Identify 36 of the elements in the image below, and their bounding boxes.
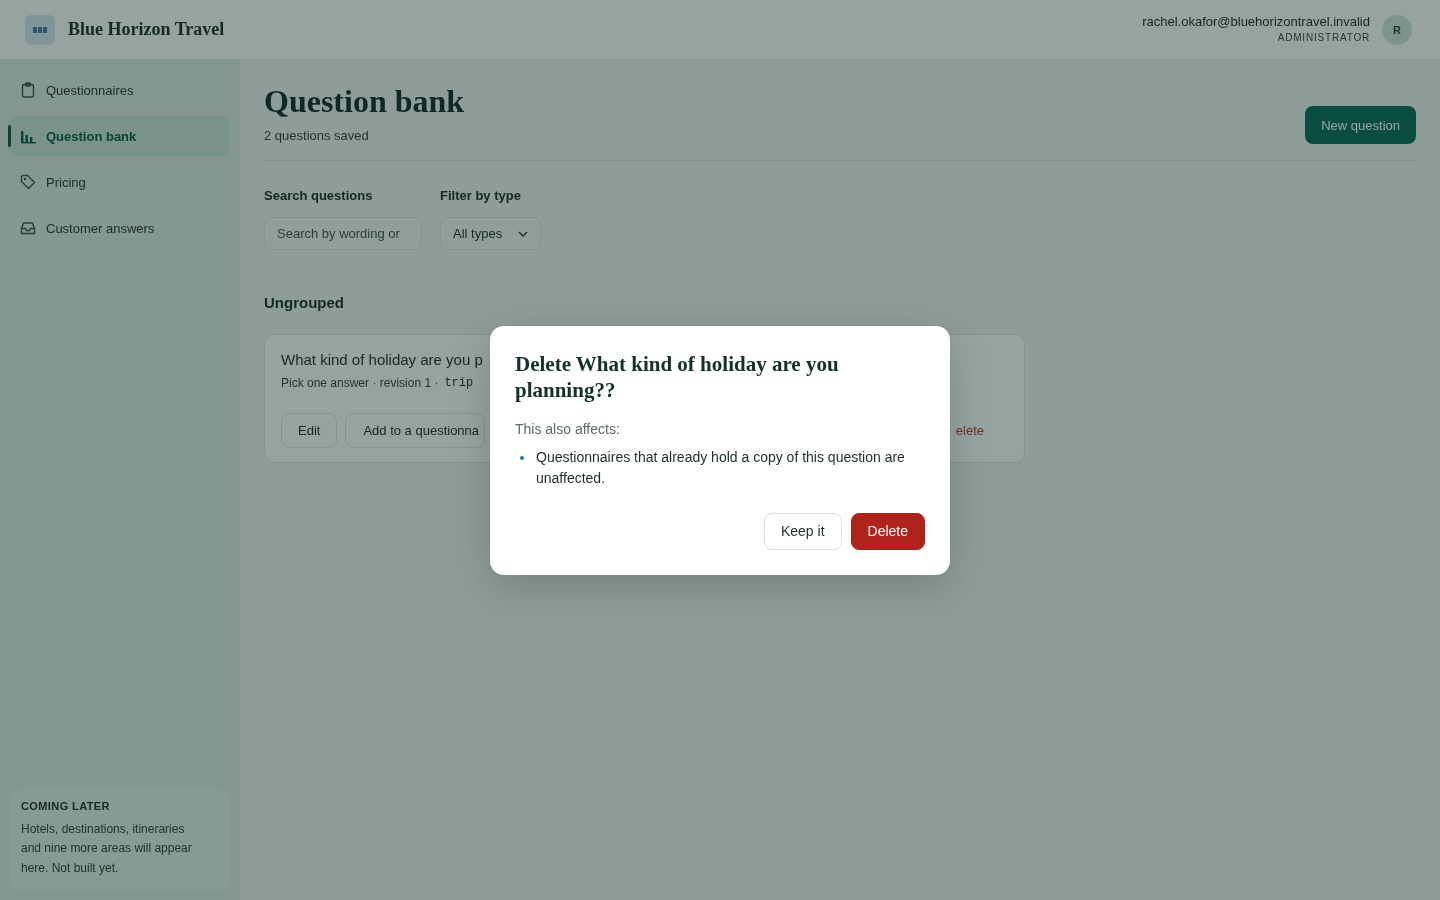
dialog-list-item: Questionnaires that already hold a copy of this question are unaffected. bbox=[536, 447, 906, 488]
field-label: Filter by type bbox=[440, 187, 522, 205]
keep-button[interactable]: Keep it bbox=[763, 512, 842, 550]
nav-item[interactable]: Pricing bbox=[8, 162, 230, 202]
page-subtitle: 2 questions saved bbox=[264, 128, 370, 144]
panel-title: COMING LATER bbox=[21, 799, 111, 812]
bullet-icon bbox=[520, 455, 524, 460]
new-question-button[interactable]: New question bbox=[1305, 106, 1416, 144]
delete-link[interactable]: elete bbox=[955, 423, 984, 438]
card-action-button[interactable]: Add to a questionna bbox=[345, 413, 486, 448]
nav-item[interactable]: Question bank bbox=[8, 116, 230, 156]
search-field[interactable]: Search by wording or bbox=[264, 217, 422, 250]
question-meta: Pick one answer · revision 1 · bbox=[281, 375, 439, 391]
field-label: Search questions bbox=[264, 187, 374, 205]
chevron-down-icon bbox=[518, 230, 528, 237]
group-title: Ungrouped bbox=[264, 294, 345, 312]
clipboard-icon bbox=[20, 82, 36, 98]
logo-icon bbox=[25, 14, 55, 45]
type-select[interactable]: All types bbox=[440, 217, 541, 250]
user-email: rachel.okafor@bluehorizontravel.invalid bbox=[1142, 14, 1370, 30]
bar-chart-icon bbox=[20, 128, 36, 144]
avatar[interactable]: R bbox=[1382, 14, 1412, 45]
question-title: What kind of holiday are you p bbox=[281, 350, 483, 370]
tag-icon bbox=[20, 174, 36, 190]
dialog-title: Delete What kind of holiday are you planning?? bbox=[515, 350, 840, 403]
brand-name: Blue Horizon Travel bbox=[68, 19, 225, 40]
panel-text: Hotels, destinations, itineraries and nine more areas will appear here. Not built yet. bbox=[21, 820, 193, 877]
delete-button[interactable]: Delete bbox=[850, 512, 925, 550]
user-role: ADMINISTRATOR bbox=[1277, 31, 1370, 45]
inbox-icon bbox=[20, 220, 36, 236]
nav-item[interactable]: Customer answers bbox=[8, 208, 230, 248]
question-code: trip bbox=[444, 375, 474, 391]
card-action-button[interactable]: Edit bbox=[281, 413, 338, 448]
page-title: Question bank bbox=[264, 82, 465, 120]
nav-item[interactable]: Questionnaires bbox=[8, 70, 230, 110]
dialog-intro: This also affects: bbox=[515, 419, 621, 439]
